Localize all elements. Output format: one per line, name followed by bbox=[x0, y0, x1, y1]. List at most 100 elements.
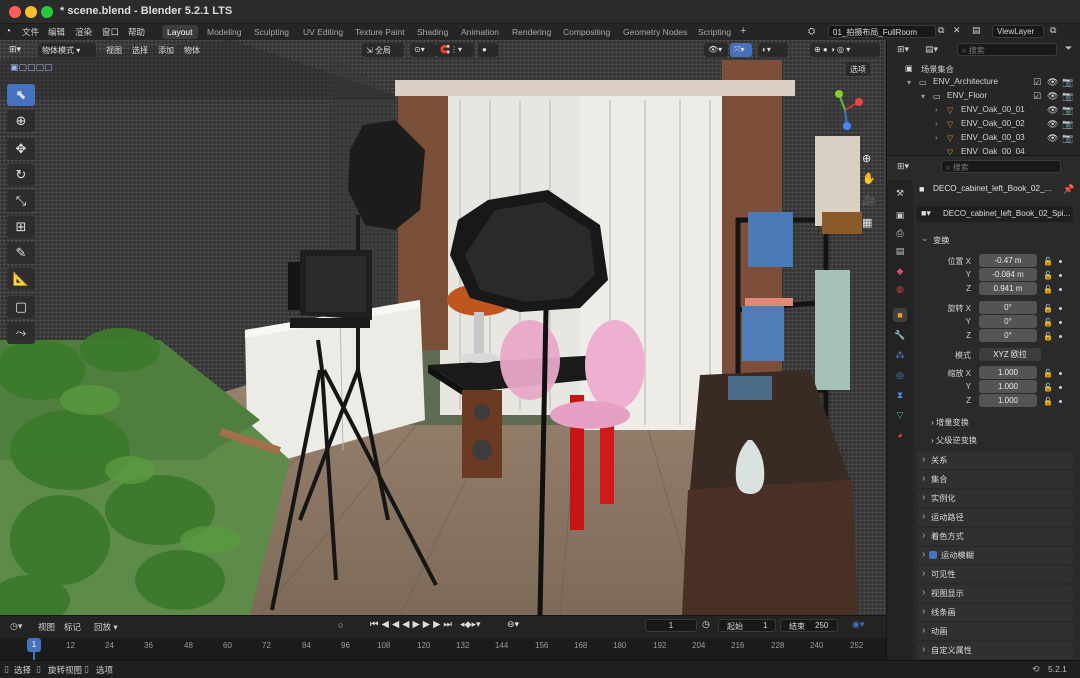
outliner-row-floor[interactable]: ▾ ▭ ENV_Floor ☑ 👁 📷 bbox=[887, 90, 1080, 104]
material-tab-icon[interactable]: ◕ bbox=[893, 428, 907, 442]
panel-motion-paths[interactable]: 运动路径 bbox=[917, 508, 1073, 526]
rotation-x-field[interactable]: 0° bbox=[979, 301, 1037, 314]
panel-shading[interactable]: 着色方式 bbox=[917, 527, 1073, 545]
snap-icon[interactable]: 🧲⋮▾ bbox=[436, 43, 474, 57]
scene-selector[interactable]: 01_拍摄布局_FullRoom bbox=[828, 25, 936, 38]
eye-icon[interactable]: 👁 bbox=[1047, 119, 1058, 130]
scale-y-field[interactable]: 1.000 bbox=[979, 380, 1037, 393]
location-z-field[interactable]: 0.941 m bbox=[979, 282, 1037, 295]
rotate-tool-icon[interactable]: ↻ bbox=[7, 164, 35, 186]
location-y-field[interactable]: -0.084 m bbox=[979, 268, 1037, 281]
expand-icon[interactable]: ▾ bbox=[907, 77, 911, 87]
select-tool-icon[interactable]: ⬉ bbox=[7, 84, 35, 106]
mesh-name-field[interactable]: ■▾ DECO_cabinet_left_Book_02_Spi... bbox=[917, 206, 1073, 222]
gizmo-toggle-icon[interactable]: ⤧▾ bbox=[730, 43, 752, 57]
add-workspace-icon[interactable]: + bbox=[740, 25, 746, 37]
location-x-field[interactable]: -0.47 m bbox=[979, 254, 1037, 267]
delete-scene-icon[interactable]: ✕ bbox=[953, 25, 961, 36]
timeline-menu-marker[interactable]: 标记 bbox=[64, 621, 81, 633]
tab-compositing[interactable]: Compositing bbox=[558, 25, 615, 39]
properties-editor-icon[interactable]: ⊞▾ bbox=[897, 161, 909, 172]
world-tab-icon[interactable]: ◍ bbox=[893, 282, 907, 296]
pan-hand-icon[interactable]: ✋ bbox=[862, 172, 876, 185]
view-layer-icon[interactable]: ▤ bbox=[972, 25, 981, 36]
scale-cage-tool-icon[interactable]: ⤳ bbox=[7, 322, 35, 344]
close-window-button[interactable] bbox=[9, 6, 21, 18]
lock-icons-rotation[interactable]: 🔓 🔓 🔓 bbox=[1043, 302, 1053, 344]
view-sync-icon[interactable]: ◉▾ bbox=[852, 619, 864, 630]
tab-shading[interactable]: Shading bbox=[412, 25, 453, 39]
menu-render[interactable]: 渲染 bbox=[75, 26, 92, 38]
outliner-row-oak-02[interactable]: › ▽ ENV_Oak_00_02 👁 📷 bbox=[887, 118, 1080, 132]
filter-icon[interactable]: ⏷ bbox=[1065, 43, 1072, 54]
lock-icons-scale[interactable]: 🔓 🔓 🔓 bbox=[1043, 367, 1053, 409]
cursor-tool-icon[interactable]: ⊕ bbox=[7, 110, 35, 132]
viewport-menu-object[interactable]: 物体 bbox=[180, 43, 204, 57]
clock-icon[interactable]: ◷ bbox=[702, 619, 710, 630]
data-tab-icon[interactable]: ▽ bbox=[893, 408, 907, 422]
outliner-editor-icon[interactable]: ⊞▾ bbox=[897, 44, 909, 55]
tab-animation[interactable]: Animation bbox=[456, 25, 504, 39]
mode-selector[interactable]: 物体模式 ▾ bbox=[38, 43, 96, 57]
scene-tab-icon[interactable]: ◆ bbox=[893, 264, 907, 278]
keyframe-dot[interactable] bbox=[1059, 335, 1062, 338]
visibility-icon[interactable]: 👁▾ bbox=[704, 43, 728, 57]
select-box-mode-icon[interactable]: ▣▢▢▢▢ bbox=[10, 62, 53, 73]
shading-mode-buttons[interactable]: ⊕ ● ◑ ◎ ▾ bbox=[810, 43, 880, 57]
physics-tab-icon[interactable]: ◎ bbox=[893, 368, 907, 382]
timeline-menu-view[interactable]: 视图 bbox=[38, 621, 55, 633]
particles-tab-icon[interactable]: ⁂ bbox=[893, 348, 907, 362]
camera-view-icon[interactable]: 🎥 bbox=[862, 194, 876, 207]
tab-geometry-nodes[interactable]: Geometry Nodes bbox=[618, 25, 692, 39]
keyframe-dot[interactable] bbox=[1059, 386, 1062, 389]
keyframe-dot[interactable] bbox=[1059, 307, 1062, 310]
tab-scripting[interactable]: Scripting bbox=[693, 25, 736, 39]
viewport-menu-view[interactable]: 视图 bbox=[102, 43, 126, 57]
measure-tool-icon[interactable]: 📐 bbox=[7, 268, 35, 290]
move-tool-icon[interactable]: ✥ bbox=[7, 138, 35, 160]
eye-icon[interactable]: 👁 bbox=[1047, 91, 1058, 102]
blender-logo-icon[interactable]: ◔ bbox=[5, 26, 11, 37]
viewport-menu-add[interactable]: 添加 bbox=[154, 43, 178, 57]
keyframe-dot[interactable] bbox=[1059, 400, 1062, 403]
rotation-z-field[interactable]: 0° bbox=[979, 329, 1037, 342]
scale-z-field[interactable]: 1.000 bbox=[979, 394, 1037, 407]
new-view-layer-icon[interactable]: ⧉ bbox=[1050, 25, 1056, 36]
keyframe-dot[interactable] bbox=[1059, 321, 1062, 324]
3d-viewport[interactable]: ⊞▾ 物体模式 ▾ 视图 选择 添加 物体 ⇲ 全局 ⊙▾ 🧲⋮▾ ● 👁▾ ⤧… bbox=[0, 40, 886, 615]
pin-icon[interactable]: 📌 bbox=[1063, 184, 1074, 195]
expand-icon[interactable]: › bbox=[935, 119, 938, 128]
properties-search-input[interactable]: ⌕ 搜索 bbox=[941, 160, 1061, 173]
scale-x-field[interactable]: 1.000 bbox=[979, 366, 1037, 379]
auto-keying-icon[interactable]: ⊖▾ bbox=[507, 619, 519, 630]
eye-icon[interactable]: 👁 bbox=[1047, 77, 1058, 88]
playback-controls[interactable]: ⏮◀◀◀▶▶▶⏭ bbox=[370, 619, 455, 630]
delta-transform-subpanel[interactable]: › 增量变换 bbox=[931, 416, 969, 428]
expand-icon[interactable]: ▾ bbox=[921, 91, 925, 101]
rotation-y-field[interactable]: 0° bbox=[979, 315, 1037, 328]
new-scene-icon[interactable]: ⧉ bbox=[938, 25, 944, 36]
output-tab-icon[interactable]: ⎙ bbox=[893, 226, 907, 240]
rotation-mode-select[interactable]: XYZ 欧拉 bbox=[979, 348, 1041, 361]
parent-inverse-subpanel[interactable]: › 父级逆变换 bbox=[931, 434, 977, 446]
minimize-window-button[interactable] bbox=[25, 6, 37, 18]
scene-icon[interactable]: ⛭ bbox=[808, 26, 815, 37]
panel-relations[interactable]: 关系 bbox=[917, 451, 1073, 469]
outliner-search-input[interactable]: ⌕ 搜索 bbox=[957, 43, 1057, 56]
eye-icon[interactable]: 👁 bbox=[1047, 133, 1058, 144]
menu-help[interactable]: 帮助 bbox=[128, 26, 145, 38]
menu-window[interactable]: 窗口 bbox=[102, 26, 119, 38]
tab-texture-paint[interactable]: Texture Paint bbox=[350, 25, 410, 39]
viewport-options-button[interactable]: 选项 bbox=[846, 62, 870, 76]
keyframe-dot[interactable] bbox=[1059, 372, 1062, 375]
record-icon[interactable]: ○ bbox=[338, 620, 343, 630]
keyframe-dot[interactable] bbox=[1059, 288, 1062, 291]
proportional-edit-icon[interactable]: ● bbox=[478, 43, 498, 57]
timeline-menu-playback[interactable]: 回放 ▾ bbox=[94, 621, 118, 633]
view-layer-tab-icon[interactable]: ▤ bbox=[893, 244, 907, 258]
motion-blur-checkbox[interactable] bbox=[929, 551, 937, 559]
outliner-row-oak-04[interactable]: ▽ ENV_Oak_00_04 bbox=[887, 146, 1080, 155]
panel-instancing[interactable]: 实例化 bbox=[917, 489, 1073, 507]
render-camera-icon[interactable]: 📷 bbox=[1062, 119, 1073, 130]
timeline-track[interactable] bbox=[0, 638, 886, 660]
